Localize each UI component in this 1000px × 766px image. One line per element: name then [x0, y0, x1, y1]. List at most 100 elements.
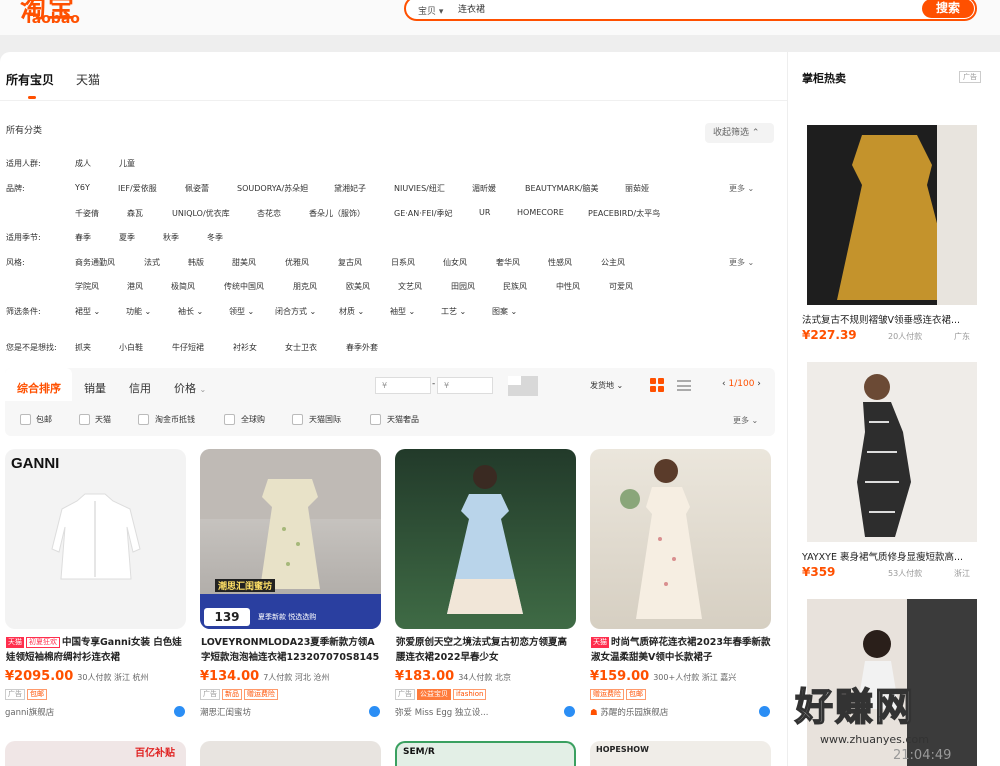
- sidebar-product-title[interactable]: YAYXYE 裹身裙气质修身显瘦短款高...: [802, 549, 982, 563]
- style-option[interactable]: 公主风: [601, 257, 625, 268]
- product-card-partial[interactable]: [200, 741, 381, 766]
- style-option[interactable]: 优雅风: [285, 257, 309, 268]
- sort-default[interactable]: 综合排序: [17, 380, 61, 396]
- tab-tmall[interactable]: 天猫: [76, 71, 100, 88]
- product-title[interactable]: 天猫 时尚气质碎花连衣裙2023年春季新款淑女温柔甜美V领中长款裙子: [591, 636, 771, 666]
- condition-dropdown[interactable]: 裙型 ⌄: [75, 306, 100, 317]
- chat-icon[interactable]: [174, 706, 185, 717]
- product-title[interactable]: 天猫 初夏狂欢 中国专享Ganni女装 白色娃娃领短袖棉府绸衬衫连衣裙: [6, 636, 186, 666]
- checkbox-tmall-global[interactable]: [292, 414, 303, 425]
- product-title[interactable]: LOVEYRONMLODA23夏季新款方领A字短款泡泡袖连衣裙123207070…: [201, 636, 381, 666]
- product-image[interactable]: [590, 449, 771, 629]
- search-button[interactable]: 搜索: [922, 0, 974, 18]
- shop-name[interactable]: 潮思汇闺蜜坊: [200, 706, 251, 718]
- style-option[interactable]: 传统中国风: [224, 281, 264, 292]
- sort-sales[interactable]: 销量: [84, 380, 106, 396]
- suggest-link[interactable]: 春季外套: [346, 342, 378, 353]
- condition-dropdown[interactable]: 功能 ⌄: [126, 306, 151, 317]
- style-option[interactable]: 文艺风: [398, 281, 422, 292]
- brand-option[interactable]: 佩姿蕾: [185, 183, 209, 194]
- style-option[interactable]: 中性风: [556, 281, 580, 292]
- grid-view-icon[interactable]: [650, 378, 664, 392]
- filter-option[interactable]: 成人: [75, 158, 91, 169]
- style-option[interactable]: 日系风: [391, 257, 415, 268]
- next-page-icon[interactable]: ›: [757, 379, 761, 389]
- season-option[interactable]: 秋季: [163, 232, 179, 243]
- more-styles-button[interactable]: 更多 ⌄: [729, 257, 754, 268]
- shop-name[interactable]: 弥爱 Miss Egg 独立设...: [395, 706, 488, 718]
- condition-dropdown[interactable]: 袖长 ⌄: [178, 306, 203, 317]
- shipping-location-dropdown[interactable]: 发货地 ⌄: [590, 380, 623, 391]
- price-min-input[interactable]: ¥: [375, 377, 431, 394]
- style-option[interactable]: 奢华风: [496, 257, 520, 268]
- style-option[interactable]: 学院风: [75, 281, 99, 292]
- brand-option[interactable]: BEAUTYMARK/脑美: [525, 183, 599, 194]
- filter-option[interactable]: 儿童: [119, 158, 135, 169]
- collapse-filter-button[interactable]: 收起筛选 ⌃: [705, 123, 774, 143]
- style-option[interactable]: 性感风: [548, 257, 572, 268]
- search-type-select[interactable]: 宝贝 ▾: [418, 4, 443, 17]
- brand-option[interactable]: 香朵儿（服饰）: [309, 208, 365, 219]
- condition-dropdown[interactable]: 领型 ⌄: [229, 306, 254, 317]
- condition-dropdown[interactable]: 材质 ⌄: [339, 306, 364, 317]
- shop-name[interactable]: ganni旗舰店: [5, 706, 54, 718]
- pagination[interactable]: ‹ 1/100 ›: [722, 379, 761, 389]
- chat-icon[interactable]: [369, 706, 380, 717]
- shop-name[interactable]: ☗ 苏醒的乐园旗舰店: [590, 706, 668, 718]
- product-card-partial[interactable]: SEM/R: [395, 741, 576, 766]
- list-view-icon[interactable]: [677, 380, 691, 391]
- checkbox-global[interactable]: [224, 414, 235, 425]
- brand-option[interactable]: 黛湘妃子: [334, 183, 366, 194]
- sort-credit[interactable]: 信用: [129, 380, 151, 396]
- brand-option[interactable]: UNIQLO/优衣库: [172, 208, 230, 219]
- brand-option[interactable]: Y6Y: [75, 183, 90, 192]
- brand-option[interactable]: GE·AN·FEI/季妃: [394, 208, 453, 219]
- checkbox-coins[interactable]: [138, 414, 149, 425]
- style-option[interactable]: 商务通勤风: [75, 257, 115, 268]
- style-option[interactable]: 民族风: [503, 281, 527, 292]
- brand-option[interactable]: PEACEBIRD/太平鸟: [588, 208, 660, 219]
- more-filters-button[interactable]: 更多 ⌄: [733, 415, 758, 426]
- style-option[interactable]: 甜美风: [232, 257, 256, 268]
- sort-price[interactable]: 价格 ⌄: [174, 380, 206, 396]
- season-option[interactable]: 夏季: [119, 232, 135, 243]
- condition-dropdown[interactable]: 闭合方式 ⌄: [275, 306, 316, 317]
- brand-option[interactable]: SOUDORYA/苏朵妲: [237, 183, 308, 194]
- suggest-link[interactable]: 衬衫女: [233, 342, 257, 353]
- brand-option[interactable]: HOMECORE: [517, 208, 564, 217]
- product-card-partial[interactable]: 百亿补贴: [5, 741, 186, 766]
- style-option[interactable]: 田园风: [451, 281, 475, 292]
- brand-option[interactable]: 千姿倩: [75, 208, 99, 219]
- style-option[interactable]: 欧美风: [346, 281, 370, 292]
- sidebar-product-image[interactable]: [807, 362, 977, 542]
- brand-option[interactable]: 丽茹娅: [625, 183, 649, 194]
- price-max-input[interactable]: ¥: [437, 377, 493, 394]
- style-option[interactable]: 可爱风: [609, 281, 633, 292]
- condition-dropdown[interactable]: 袖型 ⌄: [390, 306, 415, 317]
- product-card-partial[interactable]: HOPESHOW: [590, 741, 771, 766]
- style-option[interactable]: 港风: [127, 281, 143, 292]
- sidebar-product-image[interactable]: [807, 125, 977, 305]
- product-title[interactable]: 弥爱原创天空之境法式复古初恋方领夏高腰连衣裙2022早春少女: [396, 636, 576, 666]
- brand-option[interactable]: 杏花恋: [257, 208, 281, 219]
- search-input[interactable]: [458, 3, 858, 13]
- prev-page-icon[interactable]: ‹: [722, 379, 726, 389]
- checkbox-free-shipping[interactable]: [20, 414, 31, 425]
- suggest-link[interactable]: 牛仔短裙: [172, 342, 204, 353]
- suggest-link[interactable]: 小白鞋: [119, 342, 143, 353]
- season-option[interactable]: 冬季: [207, 232, 223, 243]
- chat-icon[interactable]: [759, 706, 770, 717]
- style-option[interactable]: 朋克风: [293, 281, 317, 292]
- style-option[interactable]: 法式: [144, 257, 160, 268]
- tab-all-items[interactable]: 所有宝贝: [6, 71, 54, 88]
- brand-option[interactable]: IEF/爱依服: [118, 183, 157, 194]
- taobao-logo-text[interactable]: Taobao: [24, 11, 80, 27]
- checkbox-luxury[interactable]: [370, 414, 381, 425]
- product-image[interactable]: [395, 449, 576, 629]
- style-option[interactable]: 仙女风: [443, 257, 467, 268]
- sidebar-product-title[interactable]: 法式复古不规则褶皱V领垂感连衣裙...: [802, 312, 982, 326]
- brand-option[interactable]: 森瓦: [127, 208, 143, 219]
- chat-icon[interactable]: [564, 706, 575, 717]
- checkbox-tmall[interactable]: [79, 414, 90, 425]
- style-option[interactable]: 复古风: [338, 257, 362, 268]
